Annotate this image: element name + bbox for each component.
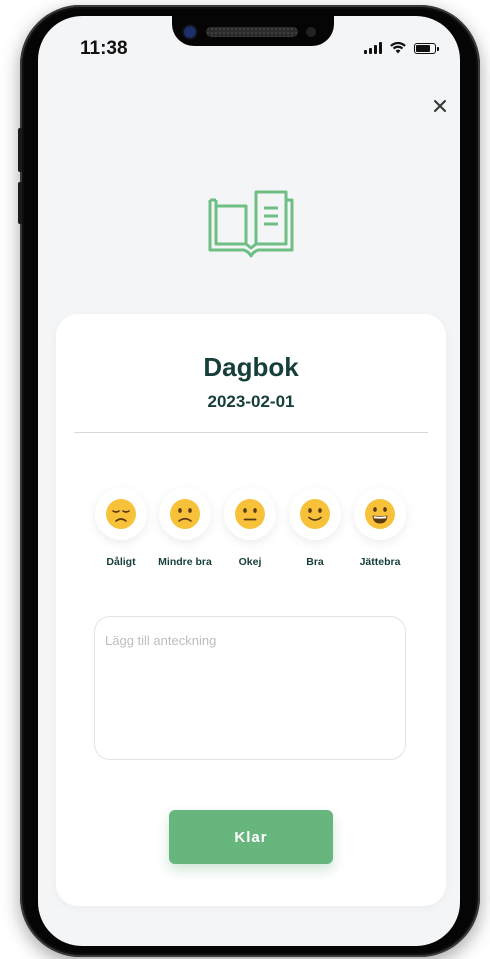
wifi-icon (390, 42, 406, 54)
mood-label: Bra (306, 556, 324, 568)
side-button-mute (18, 128, 22, 172)
mood-circle (159, 488, 211, 540)
mood-option-okej[interactable]: Okej (218, 488, 282, 568)
front-camera (184, 26, 196, 38)
side-button-volume (18, 182, 22, 224)
mood-option-bra[interactable]: Bra (283, 488, 347, 568)
cellular-signal-icon (364, 42, 382, 54)
note-input[interactable] (94, 616, 406, 760)
app-screen: 11:38 Dagbok 2023-02-01 Dåligt Mindre br… (38, 16, 460, 946)
divider (74, 432, 428, 433)
status-time: 11:38 (80, 38, 128, 59)
card-title: Dagbok (203, 352, 299, 382)
earpiece-speaker (206, 27, 298, 37)
open-book-icon (208, 190, 294, 258)
close-icon (434, 100, 446, 112)
mood-label: Mindre bra (158, 556, 212, 568)
mood-circle (95, 488, 147, 540)
notch (172, 16, 334, 46)
mood-circle (354, 488, 406, 540)
disappointed-face-icon (106, 499, 136, 529)
mood-option-daligt[interactable]: Dåligt (89, 488, 153, 568)
mood-circle (224, 488, 276, 540)
mood-circle (289, 488, 341, 540)
mood-label: Jättebra (359, 556, 401, 568)
slightly-smiling-face-icon (300, 499, 330, 529)
card-date: 2023-02-01 (207, 392, 295, 411)
battery-icon (414, 42, 439, 54)
diary-card: Dagbok 2023-02-01 Dåligt Mindre bra Okej… (56, 314, 446, 906)
mood-option-mindre-bra[interactable]: Mindre bra (153, 488, 217, 568)
grinning-face-icon (365, 499, 395, 529)
mood-option-jattebra[interactable]: Jättebra (348, 488, 412, 568)
mood-label: Okej (238, 556, 262, 568)
close-button[interactable] (428, 94, 452, 118)
slightly-frowning-face-icon (170, 499, 200, 529)
sensor-dot (306, 27, 316, 37)
neutral-face-icon (235, 499, 265, 529)
status-icons (364, 41, 439, 55)
done-button[interactable]: Klar (169, 810, 333, 864)
battery-fill (416, 44, 430, 52)
mood-label: Dåligt (106, 556, 136, 568)
